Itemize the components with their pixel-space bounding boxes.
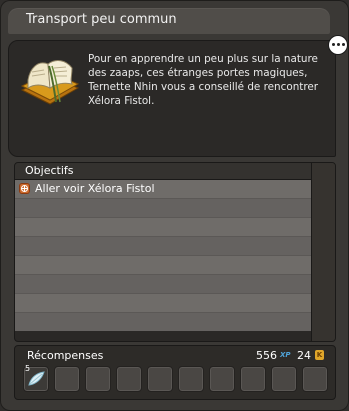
objective-row[interactable]: Aller voir Xélora Fistol xyxy=(15,180,311,198)
rewards-label: Récompenses xyxy=(27,349,104,362)
rewards-panel: Récompenses 556 XP 24 K 5 xyxy=(14,345,336,400)
reward-slot[interactable] xyxy=(209,366,235,392)
reward-slots: 5 xyxy=(23,364,328,392)
objective-row xyxy=(15,217,311,236)
objectives-scrollbar[interactable] xyxy=(311,163,335,341)
xp-value: 556 xyxy=(256,349,277,362)
objective-row xyxy=(15,255,311,274)
objective-row xyxy=(15,293,311,312)
objectives-header: Objectifs xyxy=(15,163,335,180)
objectives-list: Aller voir Xélora Fistol xyxy=(15,180,311,331)
reward-slot[interactable] xyxy=(271,366,297,392)
reward-slot[interactable] xyxy=(54,366,80,392)
quest-window: Transport peu commun Pour en apprendre u… xyxy=(0,0,349,411)
kama-value: 24 xyxy=(297,349,311,362)
reward-slot[interactable] xyxy=(240,366,266,392)
xp-icon: XP xyxy=(280,351,291,359)
reward-slot[interactable] xyxy=(178,366,204,392)
reward-slot[interactable] xyxy=(85,366,111,392)
reward-slot[interactable] xyxy=(116,366,142,392)
title-bar[interactable]: Transport peu commun xyxy=(8,8,330,34)
window-title: Transport peu commun xyxy=(26,12,177,27)
kama-icon: K xyxy=(315,350,324,360)
objective-row xyxy=(15,236,311,255)
objective-orange-icon xyxy=(19,183,30,194)
chat-bubble-icon[interactable] xyxy=(329,36,347,54)
reward-slot[interactable]: 5 xyxy=(23,364,49,392)
open-book-icon xyxy=(16,50,82,110)
objective-row xyxy=(15,274,311,293)
quest-description: Pour en apprendre un peu plus sur la nat… xyxy=(88,53,319,107)
objective-row xyxy=(15,312,311,331)
objective-text: Aller voir Xélora Fistol xyxy=(35,182,155,195)
feather-icon xyxy=(27,371,45,391)
objective-row xyxy=(15,198,311,217)
reward-slot[interactable] xyxy=(302,366,328,392)
objectives-header-label: Objectifs xyxy=(25,164,74,177)
objectives-panel: Objectifs Aller voir Xélora Fistol xyxy=(14,162,336,342)
reward-slot[interactable] xyxy=(147,366,173,392)
